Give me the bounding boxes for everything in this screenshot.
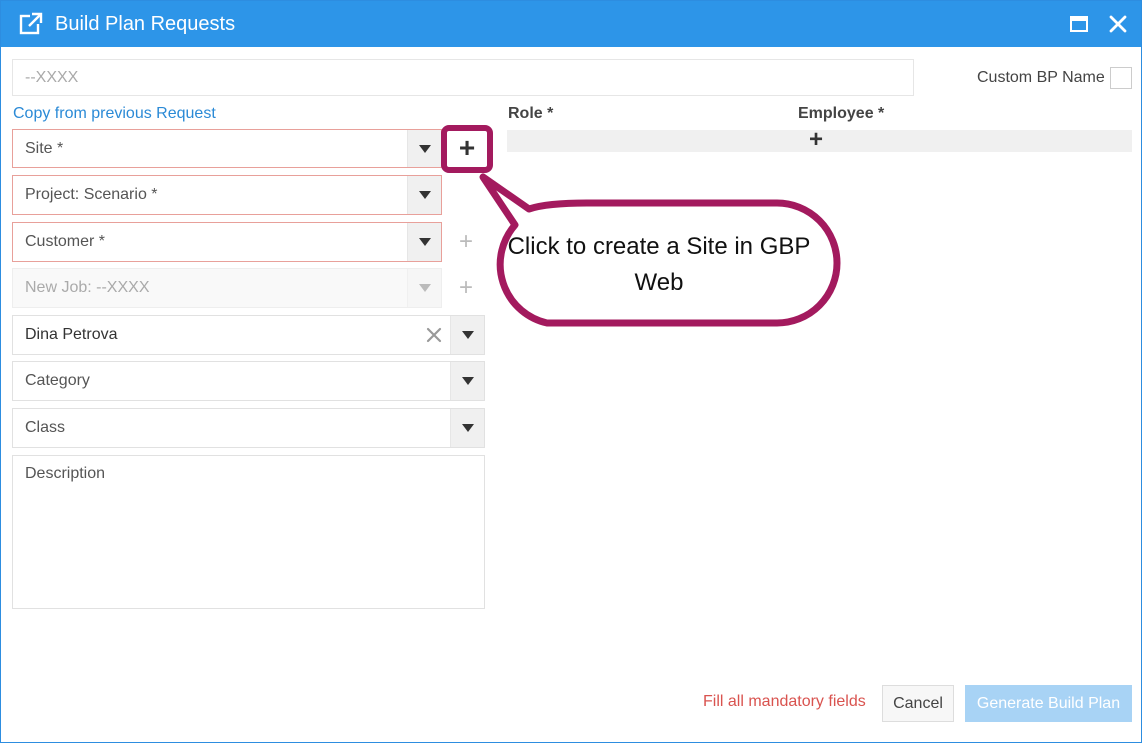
site-dropdown-button[interactable] bbox=[407, 130, 441, 167]
chevron-down-icon bbox=[419, 191, 431, 199]
chevron-down-icon bbox=[462, 331, 474, 339]
new-job-label: New Job: --XXXX bbox=[25, 279, 150, 296]
site-label: Site * bbox=[25, 139, 64, 157]
chevron-down-icon bbox=[462, 377, 474, 385]
copy-previous-request-link[interactable]: Copy from previous Request bbox=[13, 105, 216, 123]
employee-column-header: Employee * bbox=[798, 105, 885, 122]
build-plan-dialog: Build Plan Requests Custom BP Name Copy … bbox=[0, 0, 1142, 743]
role-column-header: Role * bbox=[508, 105, 554, 122]
clear-icon[interactable] bbox=[423, 324, 445, 346]
cancel-button[interactable]: Cancel bbox=[882, 685, 954, 722]
title-bar: Build Plan Requests bbox=[1, 1, 1141, 47]
customer-label: Customer * bbox=[25, 233, 106, 250]
class-dropdown-button[interactable] bbox=[450, 409, 484, 447]
generate-build-plan-button[interactable]: Generate Build Plan bbox=[965, 685, 1132, 722]
category-dropdown-button[interactable] bbox=[450, 362, 484, 400]
customer-dropdown-button[interactable] bbox=[407, 223, 441, 261]
callout-text: Click to create a Site in GBP Web bbox=[507, 233, 811, 296]
add-role-row[interactable]: + bbox=[507, 126, 1132, 153]
chevron-down-icon bbox=[419, 144, 431, 153]
chevron-down-icon bbox=[462, 424, 474, 432]
class-select[interactable]: Class bbox=[12, 408, 485, 448]
custom-name-checkbox[interactable] bbox=[1110, 67, 1132, 89]
project-label: Project: Scenario * bbox=[25, 186, 158, 203]
description-textarea[interactable]: Description bbox=[12, 455, 485, 609]
close-icon[interactable] bbox=[1107, 13, 1129, 35]
customer-select[interactable]: Customer * bbox=[12, 222, 442, 262]
custom-name-label: Custom BP Name bbox=[977, 69, 1105, 86]
add-customer-button[interactable]: + bbox=[453, 230, 479, 256]
mandatory-fields-warning: Fill all mandatory fields bbox=[703, 693, 866, 710]
new-job-select: New Job: --XXXX bbox=[12, 268, 442, 308]
owner-value: Dina Petrova bbox=[25, 326, 118, 343]
owner-select[interactable]: Dina Petrova bbox=[12, 315, 485, 355]
add-role-icon: + bbox=[809, 126, 824, 153]
add-job-button[interactable]: + bbox=[453, 276, 479, 302]
chevron-down-icon bbox=[419, 238, 431, 246]
new-job-dropdown-button bbox=[407, 269, 441, 307]
class-label: Class bbox=[25, 419, 66, 436]
description-placeholder: Description bbox=[25, 465, 106, 482]
external-link-icon bbox=[19, 12, 43, 35]
dialog-title: Build Plan Requests bbox=[55, 13, 236, 35]
project-select[interactable]: Project: Scenario * bbox=[12, 175, 442, 215]
project-dropdown-button[interactable] bbox=[407, 176, 441, 214]
chevron-down-icon bbox=[419, 284, 431, 292]
maximize-icon[interactable] bbox=[1069, 14, 1089, 34]
category-label: Category bbox=[25, 372, 90, 389]
site-select[interactable]: Site * bbox=[12, 129, 442, 168]
build-plan-name-input[interactable] bbox=[12, 59, 914, 96]
category-select[interactable]: Category bbox=[12, 361, 485, 401]
